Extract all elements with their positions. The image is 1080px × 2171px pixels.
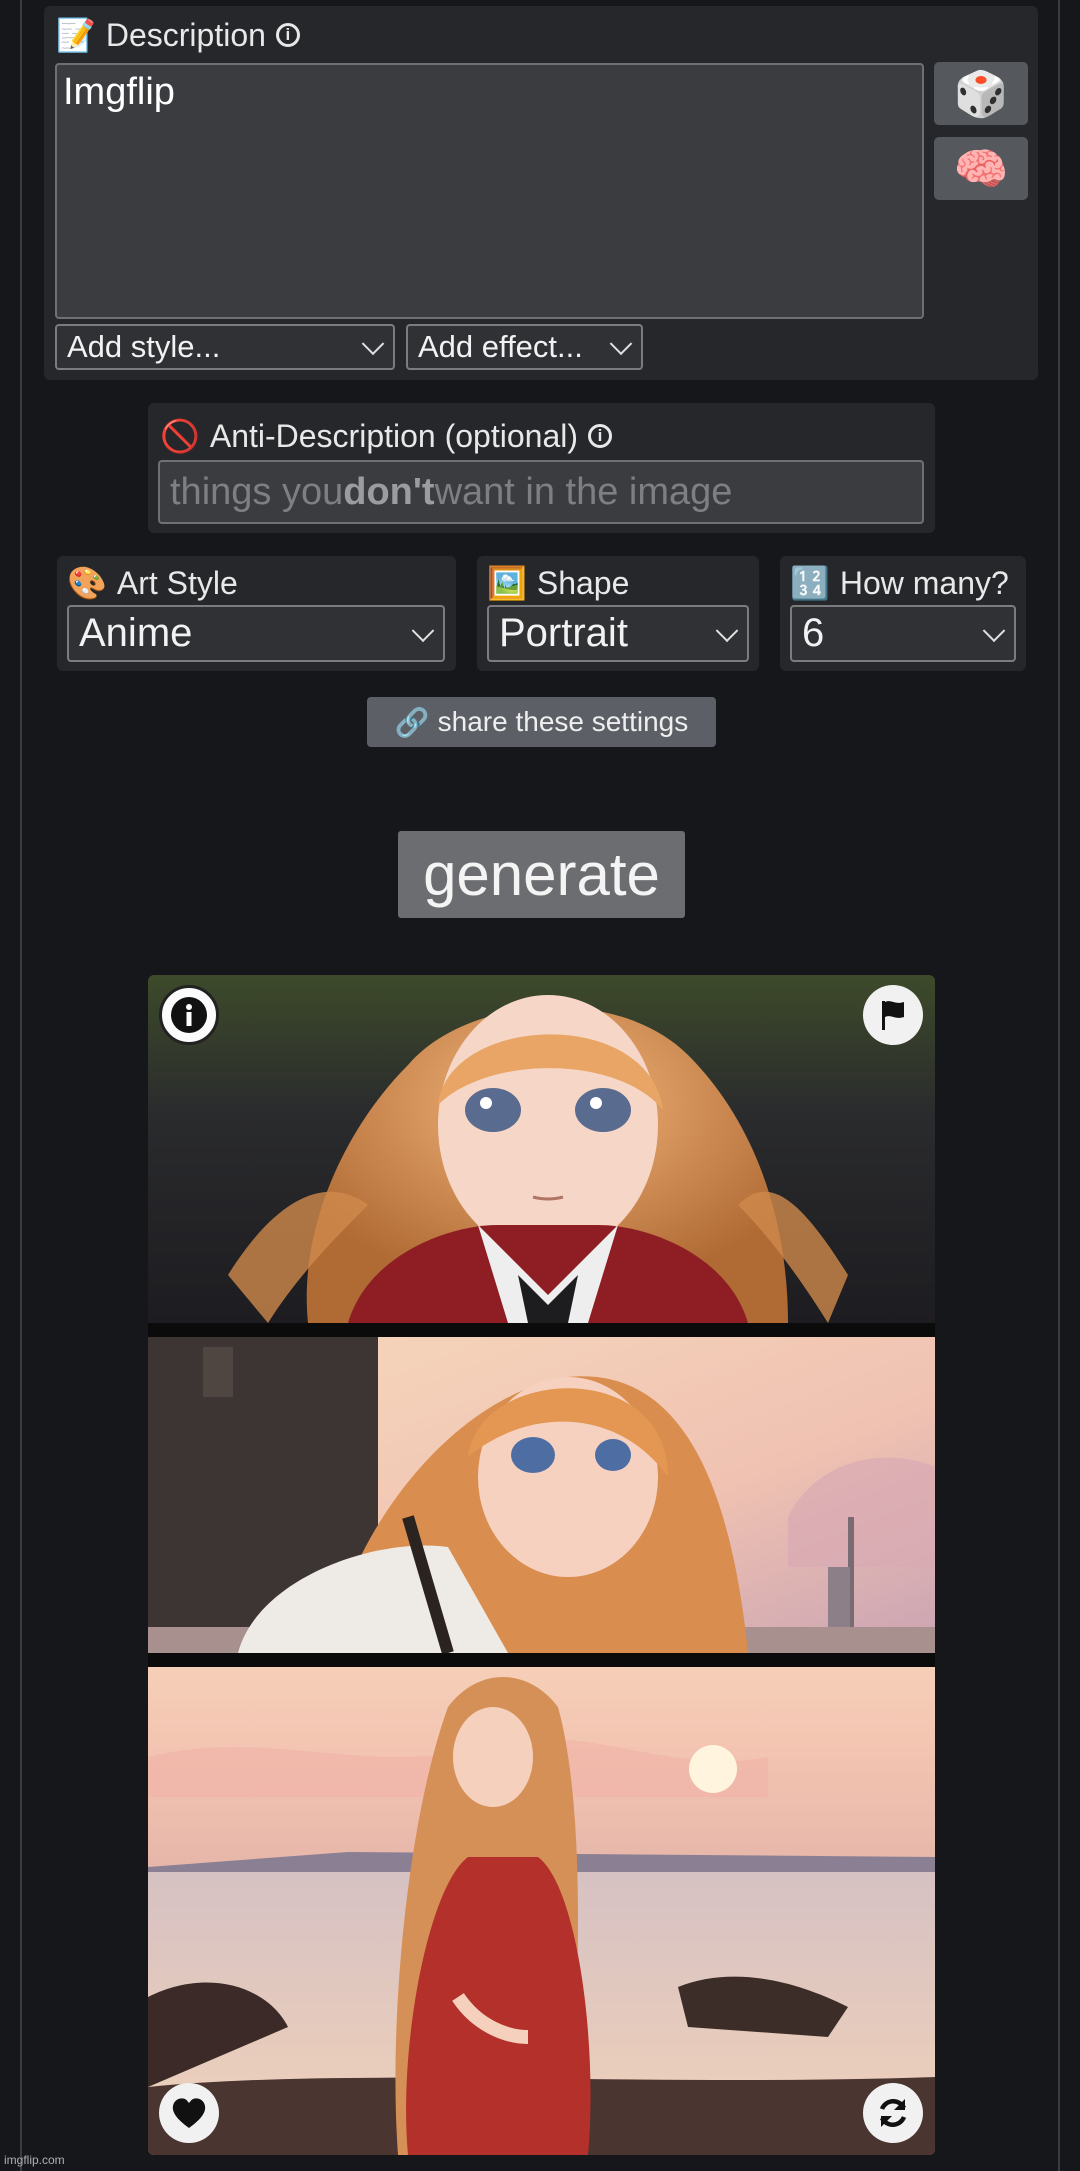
heart-icon: [172, 2098, 206, 2128]
description-panel: 📝 Description i 🎲 🧠 Add style... Add eff…: [44, 6, 1038, 380]
add-style-select[interactable]: Add style...: [55, 324, 395, 370]
how-many-label-text: How many?: [839, 564, 1009, 601]
left-border: [20, 0, 22, 2171]
generate-button[interactable]: generate: [398, 831, 685, 918]
image-info-button[interactable]: [159, 985, 219, 1045]
image-frame-3: [148, 1667, 935, 2155]
prohibited-icon: 🚫: [160, 417, 200, 455]
refresh-icon: [879, 2099, 907, 2127]
placeholder-post: want in the image: [434, 470, 733, 513]
description-label-text: Description: [105, 16, 266, 53]
framed-picture-icon: 🖼️: [487, 564, 527, 602]
chevron-down-icon: [411, 618, 435, 642]
image-frame-1: [148, 975, 935, 1323]
art-style-panel: 🎨 Art Style Anime: [57, 556, 456, 671]
anime-girl-seaside-image: [148, 1667, 935, 2155]
palette-icon: 🎨: [67, 564, 107, 602]
art-style-label: 🎨 Art Style: [67, 564, 238, 602]
flag-button[interactable]: [863, 985, 923, 1045]
anti-description-input[interactable]: things you don't want in the image: [158, 460, 924, 524]
add-effect-value: Add effect...: [418, 329, 583, 364]
description-label: 📝 Description i: [56, 16, 300, 54]
chevron-down-icon: [982, 618, 1006, 642]
anti-description-label: 🚫 Anti-Description (optional) i: [160, 417, 612, 455]
dice-icon: 🎲: [953, 69, 1009, 119]
info-icon[interactable]: i: [275, 23, 300, 47]
memo-icon: 📝: [56, 16, 96, 54]
image-frame-2: [148, 1337, 935, 1653]
link-icon: 🔗: [394, 705, 430, 739]
numbers-icon: 🔢: [790, 564, 830, 602]
how-many-select[interactable]: 6: [790, 605, 1016, 662]
description-input[interactable]: [55, 63, 924, 319]
brain-icon: 🧠: [953, 144, 1009, 194]
share-settings-button[interactable]: 🔗 share these settings: [367, 697, 716, 747]
flag-icon: [882, 1001, 904, 1030]
add-effect-select[interactable]: Add effect...: [406, 324, 643, 370]
shape-label-text: Shape: [536, 564, 630, 601]
shape-select[interactable]: Portrait: [487, 605, 749, 662]
info-icon: [171, 997, 207, 1033]
how-many-value: 6: [802, 611, 825, 655]
shape-label: 🖼️ Shape: [487, 564, 629, 602]
how-many-label: 🔢 How many?: [790, 564, 1009, 602]
like-button[interactable]: [159, 2083, 219, 2143]
info-icon[interactable]: i: [588, 424, 612, 448]
shape-value: Portrait: [499, 611, 628, 655]
add-style-value: Add style...: [67, 329, 221, 364]
brain-button[interactable]: 🧠: [934, 137, 1028, 200]
shape-panel: 🖼️ Shape Portrait: [477, 556, 759, 671]
generate-label: generate: [423, 841, 660, 908]
anti-description-panel: 🚫 Anti-Description (optional) i things y…: [148, 403, 935, 533]
generated-image[interactable]: [148, 975, 935, 2155]
placeholder-bold: don't: [343, 470, 435, 513]
art-style-value: Anime: [79, 611, 193, 655]
anti-description-label-text: Anti-Description (optional): [209, 417, 578, 454]
placeholder-pre: things you: [170, 470, 344, 513]
anime-girl-closeup-image: [148, 975, 935, 1323]
art-style-label-text: Art Style: [116, 564, 238, 601]
art-style-select[interactable]: Anime: [67, 605, 445, 662]
chevron-down-icon: [361, 332, 385, 356]
share-settings-label: share these settings: [437, 706, 689, 737]
chevron-down-icon: [715, 618, 739, 642]
how-many-panel: 🔢 How many? 6: [780, 556, 1026, 671]
anime-girl-leaning-image: [148, 1337, 935, 1653]
right-border: [1058, 0, 1060, 2171]
regenerate-button[interactable]: [863, 2083, 923, 2143]
imgflip-watermark: imgflip.com: [4, 2153, 65, 2167]
random-prompt-button[interactable]: 🎲: [934, 62, 1028, 125]
chevron-down-icon: [609, 332, 633, 356]
